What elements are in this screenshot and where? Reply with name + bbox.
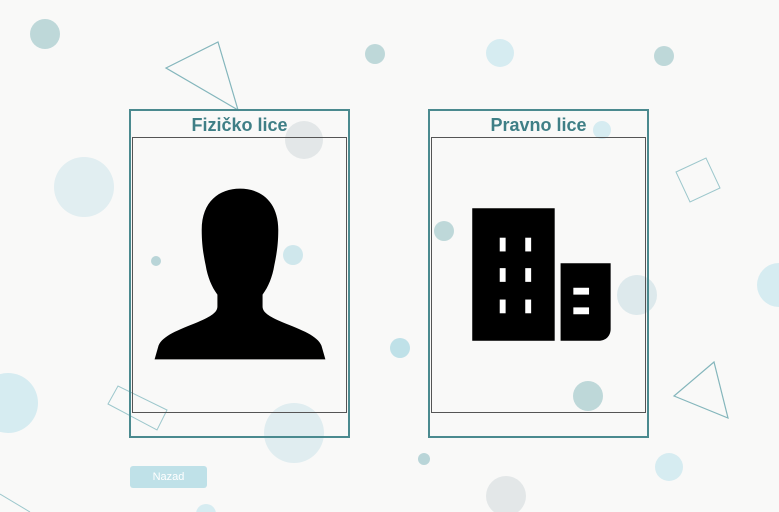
legal-entity-image-frame	[431, 137, 646, 413]
decorative-background	[0, 19, 779, 512]
natural-person-title: Fizičko lice	[191, 115, 288, 135]
back-button[interactable]: Nazad	[130, 466, 207, 488]
natural-person-image-frame	[132, 137, 347, 413]
office-building-icon	[472, 208, 611, 341]
person-silhouette-icon	[154, 188, 326, 360]
legal-entity-card[interactable]: Pravno lice	[428, 109, 649, 438]
natural-person-card[interactable]: Fizičko lice	[129, 109, 350, 438]
legal-entity-title: Pravno lice	[490, 115, 587, 135]
